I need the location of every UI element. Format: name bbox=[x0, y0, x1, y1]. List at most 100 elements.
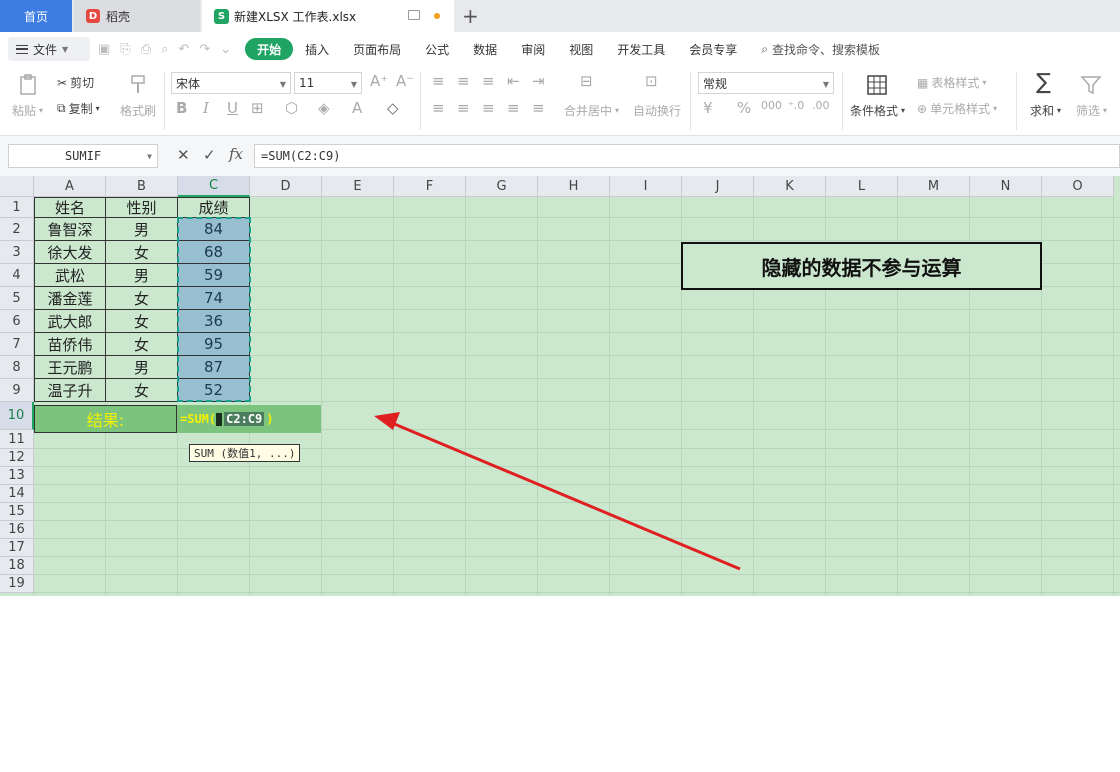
align-top-icon[interactable]: ≡ bbox=[432, 72, 445, 90]
conditional-format-label: 条件格式 bbox=[850, 104, 899, 118]
filter-label: 筛选 bbox=[1076, 104, 1101, 118]
watermark-main: Bai du 经验 bbox=[860, 666, 1057, 770]
tab-page-layout[interactable]: 页面布局 bbox=[341, 38, 413, 60]
decrease-decimal-icon[interactable]: .00 bbox=[812, 99, 830, 112]
cell-style-button[interactable]: ⊕ 单元格样式 ▾ bbox=[917, 100, 997, 117]
align-bottom-icon[interactable]: ≡ bbox=[482, 72, 495, 90]
tab-daoke[interactable]: D 稻壳 bbox=[74, 0, 200, 32]
justify-icon[interactable]: ≡ bbox=[507, 99, 520, 117]
cut-button[interactable]: ✂ 剪切 bbox=[57, 74, 94, 91]
tab-review[interactable]: 审阅 bbox=[509, 38, 557, 60]
paste-button[interactable]: 粘贴 ▾ bbox=[12, 102, 43, 119]
eraser-icon[interactable]: ◇ bbox=[387, 99, 399, 117]
unsaved-dot-icon[interactable] bbox=[434, 13, 440, 19]
filter-button[interactable]: 筛选 ▾ bbox=[1076, 102, 1107, 119]
italic-button[interactable]: I bbox=[203, 99, 209, 117]
currency-icon[interactable]: ¥ bbox=[703, 99, 713, 117]
scissors-icon: ✂ bbox=[57, 75, 68, 90]
cell-fill-icon[interactable]: ⬡ bbox=[285, 99, 298, 117]
tab-developer[interactable]: 开发工具 bbox=[605, 38, 677, 60]
increase-decimal-icon[interactable]: ⁺.0 bbox=[788, 99, 804, 112]
increase-font-icon[interactable]: A⁺ bbox=[370, 72, 388, 90]
save-icon[interactable]: ▣ bbox=[98, 42, 110, 57]
file-menu-button[interactable]: 文件 ▼ bbox=[8, 37, 90, 61]
print-icon[interactable]: ⎙ bbox=[141, 42, 151, 57]
bold-button[interactable]: B bbox=[176, 99, 187, 117]
sum-button[interactable]: 求和 ▾ bbox=[1030, 102, 1061, 119]
decrease-font-icon[interactable]: A⁻ bbox=[396, 72, 414, 90]
ribbon-separator bbox=[420, 72, 421, 130]
new-tab-plus-icon[interactable]: + bbox=[462, 4, 479, 28]
chevron-down-icon: ▾ bbox=[901, 106, 906, 115]
distribute-icon[interactable]: ≡ bbox=[532, 99, 545, 117]
tab-member[interactable]: 会员专享 bbox=[677, 38, 749, 60]
cancel-icon[interactable]: ✕ bbox=[177, 146, 190, 164]
export-icon[interactable]: ⎘ bbox=[120, 42, 130, 57]
align-right-icon[interactable]: ≡ bbox=[482, 99, 495, 117]
thousands-icon[interactable]: 000 bbox=[761, 99, 782, 112]
sum-icon[interactable]: ∑ bbox=[1036, 70, 1051, 95]
align-left-icon[interactable]: ≡ bbox=[432, 99, 445, 117]
sheet-grid[interactable]: 结果: =SUM(C2:C9) SUM (数值1, ...) ABCDEFGHI… bbox=[0, 176, 1120, 770]
insert-function-icon[interactable]: fx bbox=[229, 145, 243, 163]
cut-label: 剪切 bbox=[70, 76, 95, 90]
redo-icon[interactable]: ↷ bbox=[199, 42, 210, 57]
command-search[interactable]: ⌕ 查找命令、搜索模板 bbox=[761, 41, 880, 58]
tab-file[interactable]: S 新建XLSX 工作表.xlsx bbox=[202, 0, 454, 32]
border-icon[interactable]: ⊞ bbox=[251, 99, 264, 117]
font-size-select[interactable]: 11 ▼ bbox=[294, 72, 362, 94]
tab-insert[interactable]: 插入 bbox=[293, 38, 341, 60]
ribbon-separator bbox=[690, 72, 691, 130]
number-format-select[interactable]: 常规 ▼ bbox=[698, 72, 834, 94]
wrap-text-icon[interactable]: ⊡ bbox=[645, 72, 658, 90]
name-box[interactable]: SUMIF ▼ bbox=[8, 144, 158, 168]
tab-data[interactable]: 数据 bbox=[461, 38, 509, 60]
copy-label: 复制 bbox=[68, 102, 93, 116]
chevron-down-icon: ▾ bbox=[615, 106, 620, 115]
red-arrow bbox=[374, 412, 741, 571]
align-center-icon[interactable]: ≡ bbox=[457, 99, 470, 117]
underline-button[interactable]: U bbox=[227, 99, 238, 117]
chevron-down-icon: ▾ bbox=[95, 104, 100, 113]
table-style-button[interactable]: ▦ 表格样式 ▾ bbox=[917, 74, 986, 91]
preview-icon[interactable]: ⌕ bbox=[161, 42, 168, 57]
confirm-icon[interactable]: ✓ bbox=[203, 146, 216, 164]
wrap-text-label: 自动换行 bbox=[633, 104, 682, 118]
customize-chevron-icon[interactable]: ⌄ bbox=[220, 42, 231, 57]
wrap-text-button[interactable]: 自动换行 bbox=[633, 102, 681, 119]
copy-button[interactable]: ⧉ 复制 ▾ bbox=[57, 100, 100, 117]
indent-icon[interactable]: ⇥ bbox=[532, 72, 545, 90]
merge-center-button[interactable]: 合并居中 ▾ bbox=[564, 102, 619, 119]
undo-icon[interactable]: ↶ bbox=[178, 42, 189, 57]
tab-file-label: 新建XLSX 工作表.xlsx bbox=[234, 9, 357, 24]
outdent-icon[interactable]: ⇤ bbox=[507, 72, 520, 90]
tab-start[interactable]: 开始 bbox=[245, 38, 294, 60]
font-name-select[interactable]: 宋体 ▼ bbox=[171, 72, 291, 94]
font-size-value: 11 bbox=[299, 76, 315, 90]
format-painter-label: 格式刷 bbox=[120, 104, 157, 118]
name-box-value: SUMIF bbox=[64, 149, 102, 163]
conditional-format-button[interactable]: 条件格式 ▾ bbox=[850, 102, 905, 119]
ribbon-separator bbox=[842, 72, 843, 130]
tab-view[interactable]: 视图 bbox=[557, 38, 605, 60]
font-color-icon[interactable]: A bbox=[352, 99, 362, 117]
percent-icon[interactable]: % bbox=[737, 99, 751, 117]
fill-color-icon[interactable]: ◈ bbox=[318, 99, 330, 117]
paste-icon[interactable] bbox=[18, 74, 40, 96]
chevron-down-icon: ▼ bbox=[350, 80, 357, 89]
monitor-icon[interactable] bbox=[408, 10, 420, 20]
tab-home[interactable]: 首页 bbox=[0, 0, 72, 32]
chevron-down-icon: ▾ bbox=[1103, 106, 1108, 115]
format-painter-button[interactable]: 格式刷 bbox=[120, 102, 156, 119]
font-name-value: 宋体 bbox=[176, 76, 201, 91]
formula-input[interactable]: =SUM(C2:C9) bbox=[254, 144, 1120, 168]
merge-center-icon[interactable]: ⊟ bbox=[580, 72, 593, 90]
chevron-down-icon: ▼ bbox=[822, 80, 829, 89]
chevron-down-icon: ▼ bbox=[147, 152, 152, 161]
filter-icon[interactable] bbox=[1080, 74, 1102, 96]
conditional-format-icon[interactable] bbox=[866, 74, 888, 96]
format-painter-icon[interactable] bbox=[127, 74, 149, 96]
tab-formula[interactable]: 公式 bbox=[413, 38, 461, 60]
align-middle-icon[interactable]: ≡ bbox=[457, 72, 470, 90]
table-style-label: 表格样式 bbox=[931, 76, 980, 90]
